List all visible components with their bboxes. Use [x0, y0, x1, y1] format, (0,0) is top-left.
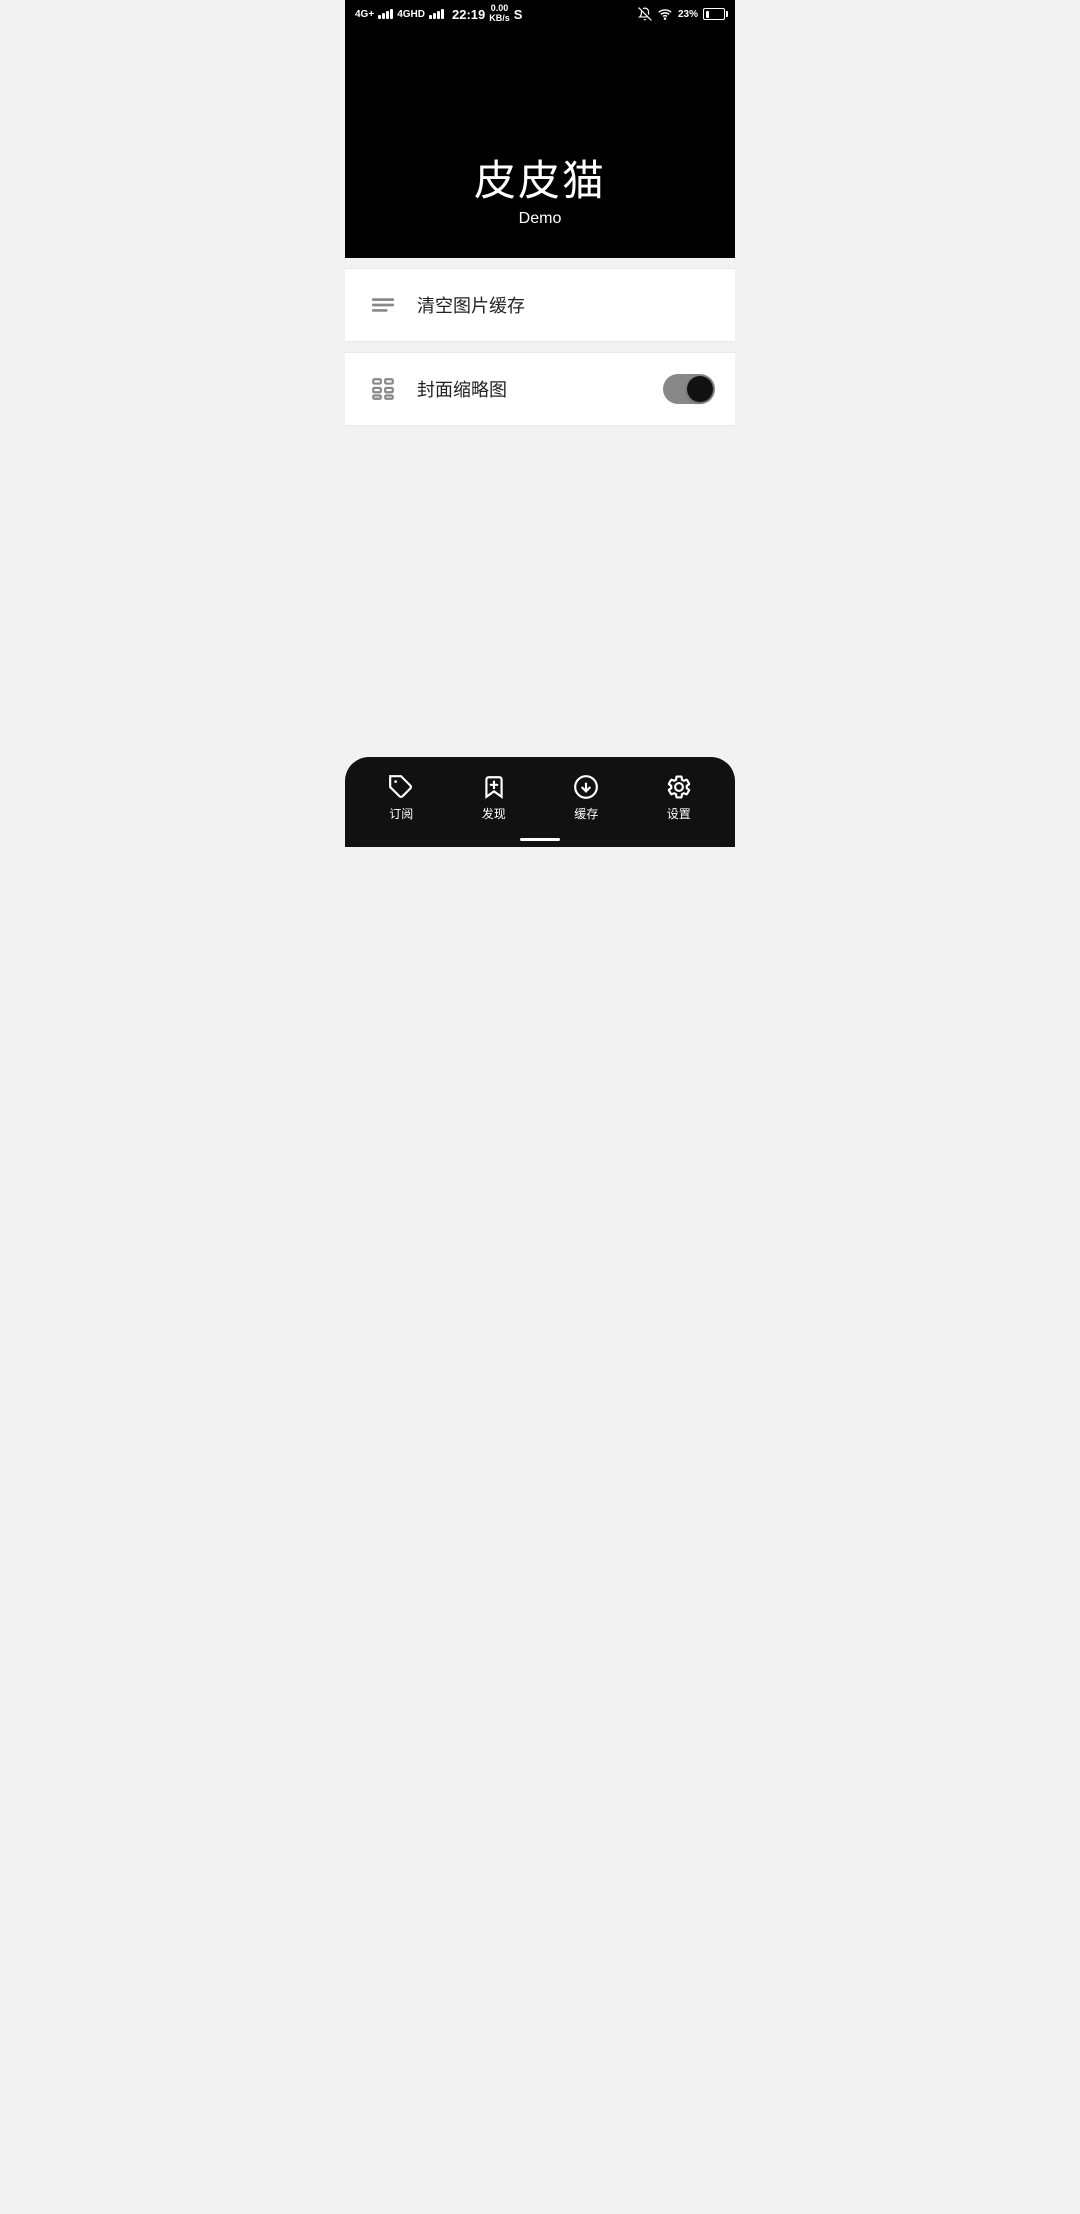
- time: 22:19: [452, 7, 485, 22]
- signal-bars-2: [429, 9, 444, 19]
- download-icon: [572, 773, 600, 801]
- wifi-icon: [657, 7, 673, 21]
- clear-cache-item[interactable]: 清空图片缓存: [345, 268, 735, 342]
- nav-subscribe-label: 订阅: [389, 805, 413, 822]
- bottom-nav: 订阅 发现 缓存 设置: [345, 757, 735, 847]
- signal-bars-1: [378, 9, 393, 19]
- network-4gplus: 4G+: [355, 9, 374, 20]
- hero-section: 皮皮猫 Demo: [345, 28, 735, 258]
- status-left: 4G+ 4GHD 22:19 0.00KB/s S: [355, 4, 522, 24]
- app-title: 皮皮猫: [474, 156, 606, 206]
- network-4ghd: 4GHD: [397, 9, 425, 20]
- s-icon: S: [514, 7, 523, 22]
- cover-thumbnail-toggle[interactable]: [663, 374, 715, 404]
- nav-settings[interactable]: 设置: [633, 773, 726, 822]
- toggle-knob: [687, 376, 713, 402]
- nav-cache-label: 缓存: [574, 805, 598, 822]
- battery-icon: [703, 8, 725, 20]
- tag-icon: [387, 773, 415, 801]
- settings-list: 清空图片缓存 封面缩略图: [345, 268, 735, 426]
- lines-icon: [365, 287, 401, 323]
- nav-settings-label: 设置: [667, 805, 691, 822]
- cover-thumbnail-label: 封面缩略图: [417, 376, 663, 402]
- nav-cache[interactable]: 缓存: [540, 773, 633, 822]
- cover-thumbnail-item[interactable]: 封面缩略图: [345, 352, 735, 426]
- grid-icon: [365, 371, 401, 407]
- status-bar: 4G+ 4GHD 22:19 0.00KB/s S: [345, 0, 735, 28]
- bell-muted-icon: [638, 7, 652, 21]
- nav-discover-label: 发现: [482, 805, 506, 822]
- speed: 0.00KB/s: [489, 4, 510, 24]
- bookmark-icon: [480, 773, 508, 801]
- gear-icon: [665, 773, 693, 801]
- status-right: 23%: [638, 7, 725, 21]
- clear-cache-label: 清空图片缓存: [417, 292, 715, 318]
- app-subtitle: Demo: [519, 210, 562, 228]
- battery-percent: 23%: [678, 9, 698, 20]
- nav-subscribe[interactable]: 订阅: [355, 773, 448, 822]
- nav-discover[interactable]: 发现: [448, 773, 541, 822]
- nav-indicator: [520, 838, 560, 841]
